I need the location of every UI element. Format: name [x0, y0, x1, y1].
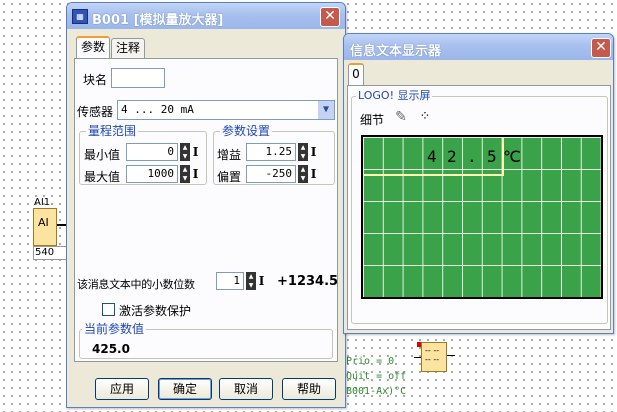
offset-label: 偏置 — [217, 170, 242, 184]
amplifier-dialog: ▦ B001 [模拟量放大器] ✕ 参数 注释 块名 传感器 4 ... 20 … — [66, 2, 346, 408]
gain-spinner[interactable]: ▲ ▼ — [298, 143, 308, 161]
message-prio-text: Prio = 0 — [346, 356, 395, 367]
amplifier-dialog-title: B001 [模拟量放大器] — [92, 13, 224, 28]
protection-checkbox[interactable] — [102, 303, 115, 316]
max-value-spinner[interactable]: ▲ ▼ — [180, 165, 190, 183]
help-button[interactable]: 帮助 — [282, 378, 336, 400]
range-group: 量程范围 最小值 0 ▲ ▼ I 最大值 1000 ▲ ▼ I — [79, 124, 207, 185]
gain-input[interactable]: 1.25 — [246, 143, 296, 161]
tab-comments[interactable]: 注释 — [111, 38, 145, 58]
block-name-label: 块名 — [83, 73, 108, 87]
min-value-ibeam-icon[interactable]: I — [192, 143, 199, 161]
decimals-label: 该消息文本中的小数位数 — [77, 278, 195, 291]
current-value: 425.0 — [92, 342, 130, 356]
max-value-input[interactable]: 1000 — [126, 165, 178, 183]
protection-label: 激活参数保护 — [119, 304, 192, 318]
lcd-char: 5 — [487, 147, 497, 166]
sensor-select[interactable]: 4 ... 20 mA ▼ — [117, 100, 335, 120]
message-display-title: 信息文本显示器 — [350, 44, 442, 59]
decimals-spinner[interactable]: ▲ ▼ — [246, 272, 256, 290]
detail-toggle-icon[interactable]: ⁘ — [416, 109, 434, 125]
decimals-preview: +1234.5 — [277, 274, 339, 289]
lcd-char: 2 — [447, 147, 457, 166]
current-value-group: 当前参数值 425.0 — [79, 322, 333, 359]
parameters-panel: 块名 传感器 4 ... 20 mA ▼ 量程范围 最小值 0 ▲ ▼ I 最大值… — [74, 58, 338, 362]
message-quit-text: Quit = off — [346, 371, 407, 382]
message-text-block[interactable]: -- -- -- -- — [421, 342, 447, 372]
message-display-window: 信息文本显示器 ✕ 0 LOGO! 显示屏 细节 ✎ ⁘ 4 2 . 5 ℃ — [343, 33, 614, 334]
min-value-spinner[interactable]: ▲ ▼ — [180, 143, 190, 161]
close-icon[interactable]: ✕ — [320, 7, 340, 27]
edit-pencil-icon[interactable]: ✎ — [392, 109, 410, 125]
offset-ibeam-icon[interactable]: I — [310, 165, 317, 183]
chevron-down-icon[interactable]: ▼ — [318, 101, 334, 119]
logo-display-group: LOGO! 显示屏 细节 ✎ ⁘ 4 2 . 5 ℃ — [351, 89, 608, 324]
apply-button[interactable]: 应用 — [95, 378, 149, 400]
message-block-line: -- -- — [425, 346, 440, 355]
sensor-select-value: 4 ... 20 mA — [121, 103, 194, 116]
sensor-label: 传感器 — [77, 105, 114, 119]
min-value-label: 最小值 — [84, 148, 121, 162]
tab-parameters[interactable]: 参数 — [76, 36, 110, 58]
lcd-char: 4 — [427, 147, 437, 166]
lcd-highlight-line — [364, 174, 504, 176]
current-value-title: 当前参数值 — [82, 322, 147, 336]
ai-value-readout: 540 — [33, 246, 67, 260]
min-value-input[interactable]: 0 — [126, 143, 178, 161]
detail-label: 细节 — [360, 113, 385, 127]
amplifier-dialog-titlebar[interactable]: ▦ B001 [模拟量放大器] ✕ — [67, 3, 345, 29]
message-input-wire — [414, 357, 421, 358]
close-icon[interactable]: ✕ — [591, 38, 611, 58]
message-block-line: -- -- — [425, 355, 440, 364]
ai-block-label: AI1 — [34, 197, 51, 208]
lcd-char: ℃ — [503, 147, 521, 166]
block-app-icon: ▦ — [72, 9, 88, 24]
cancel-button[interactable]: 取消 — [219, 378, 273, 400]
display-panel: LOGO! 显示屏 细节 ✎ ⁘ 4 2 . 5 ℃ — [347, 85, 611, 330]
offset-spinner[interactable]: ▲ ▼ — [298, 165, 308, 183]
decimals-input[interactable]: 1 — [216, 272, 244, 290]
range-group-title: 量程范围 — [86, 124, 139, 138]
message-output-wire — [447, 355, 455, 356]
gain-label: 增益 — [217, 148, 242, 162]
lcd-screen[interactable]: 4 2 . 5 ℃ — [361, 135, 603, 299]
decimals-ibeam-icon[interactable]: I — [258, 272, 265, 290]
lcd-char: . — [467, 147, 477, 166]
param-group-title: 参数设置 — [220, 124, 273, 138]
offset-input[interactable]: -250 — [246, 165, 296, 183]
ai-block-text: AI — [38, 216, 49, 229]
max-value-label: 最大值 — [84, 170, 121, 184]
param-group: 参数设置 增益 1.25 ▲ ▼ I 偏置 -250 ▲ ▼ I — [213, 124, 335, 185]
logo-display-title: LOGO! 显示屏 — [356, 89, 433, 103]
gain-ibeam-icon[interactable]: I — [310, 143, 317, 161]
tab-display-0[interactable]: 0 — [348, 63, 364, 85]
ok-button[interactable]: 确定 — [158, 378, 212, 400]
max-value-ibeam-icon[interactable]: I — [192, 165, 199, 183]
message-param-text: B001-Ax)°C — [346, 386, 407, 397]
message-display-titlebar[interactable]: 信息文本显示器 ✕ — [344, 34, 613, 60]
block-name-input[interactable] — [111, 68, 165, 88]
